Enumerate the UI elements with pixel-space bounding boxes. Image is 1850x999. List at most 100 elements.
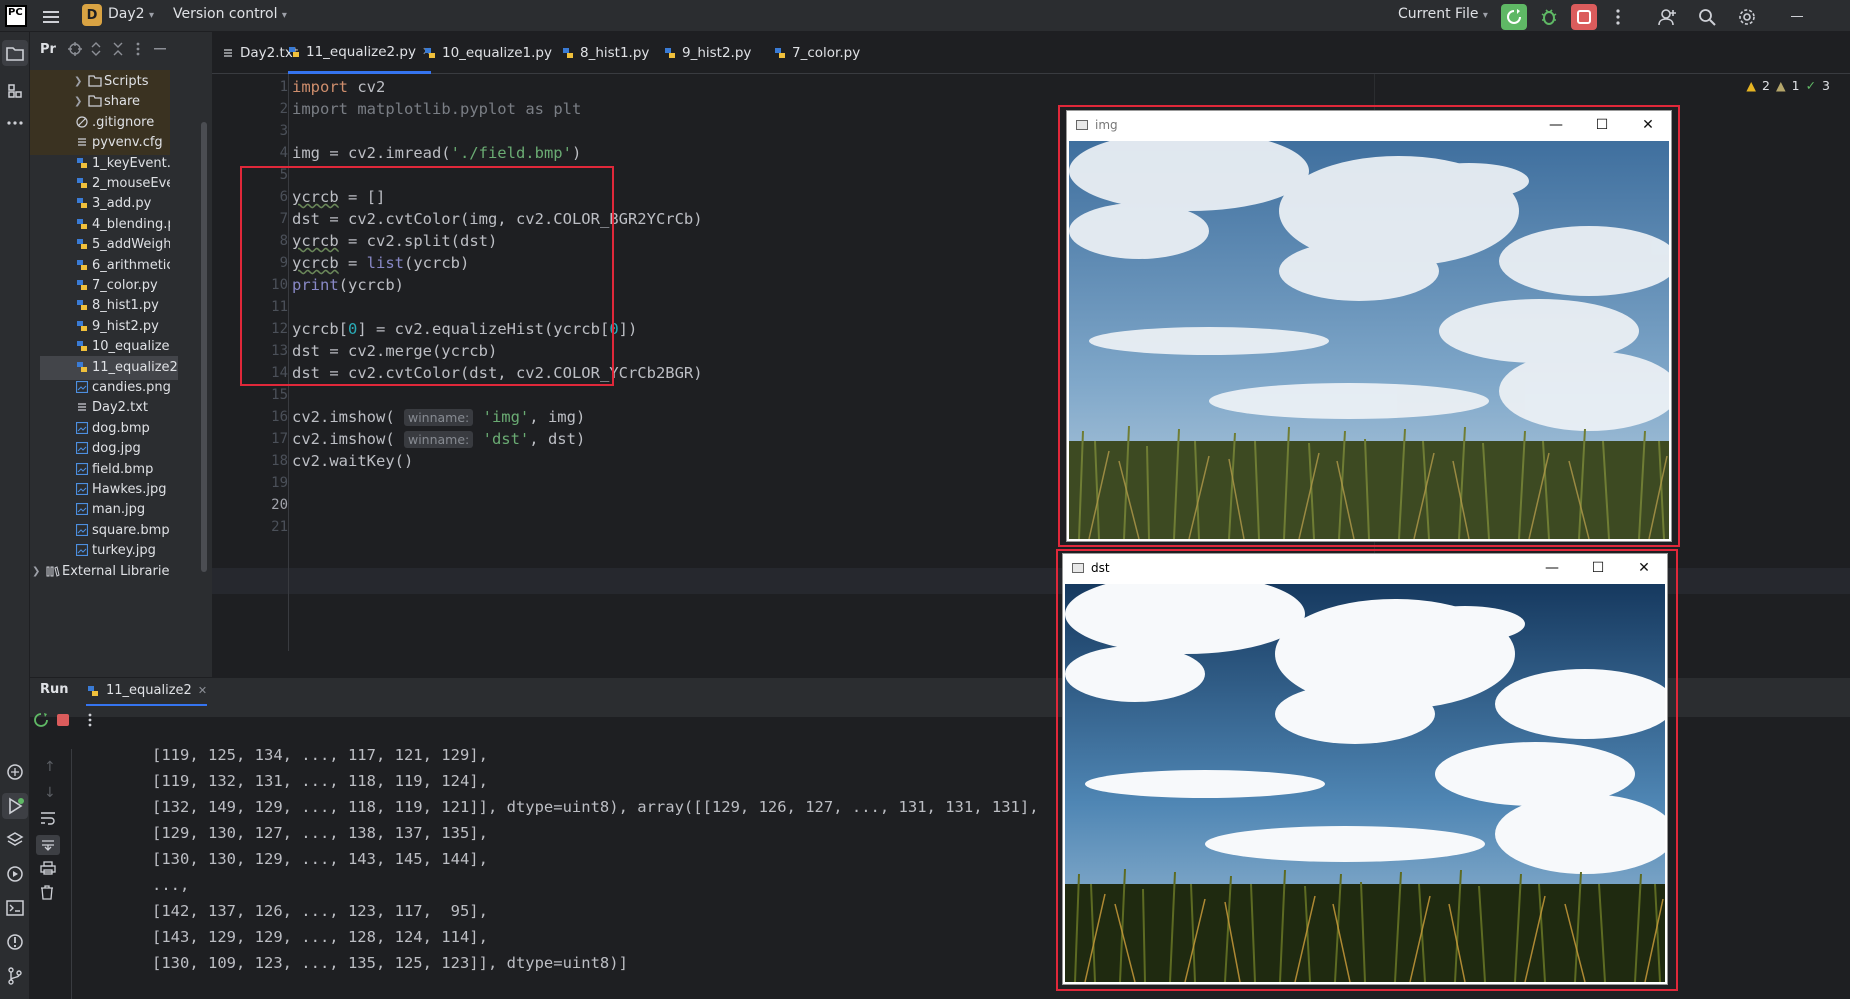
project-panel-title[interactable]: Pr: [40, 42, 56, 57]
project-switcher[interactable]: Day2 ▾: [108, 0, 154, 32]
print-icon[interactable]: [40, 861, 56, 875]
scroll-up-icon[interactable]: ↑: [44, 759, 56, 775]
rerun-icon[interactable]: [34, 713, 48, 727]
options-icon[interactable]: [136, 42, 140, 56]
vcs-menu[interactable]: Version control ▾: [173, 0, 287, 32]
image-file-icon: [76, 421, 88, 434]
warning-count: 2: [1762, 77, 1770, 93]
debug-button[interactable]: [1536, 4, 1562, 30]
editor-tab[interactable]: 7_color.py: [774, 32, 860, 74]
scroll-down-icon[interactable]: ↓: [44, 785, 56, 801]
config-file-icon: [76, 136, 88, 148]
main-menu-icon[interactable]: [38, 4, 64, 30]
editor-tab[interactable]: 8_hist1.py: [562, 32, 649, 74]
soft-wrap-icon[interactable]: [40, 811, 56, 825]
editor-tab[interactable]: Day2.txt: [222, 32, 298, 74]
python-file-icon: [774, 47, 786, 59]
run-tab-label[interactable]: Run: [40, 678, 69, 702]
python-file-icon: [76, 361, 88, 373]
minimize-icon[interactable]: —: [1529, 554, 1575, 582]
console-line: [119, 132, 131, ..., 118, 119, 124],: [152, 772, 488, 790]
python-file-icon: [76, 238, 88, 250]
image-canvas-img: [1069, 141, 1669, 539]
console-line: [119, 125, 134, ..., 117, 121, 129],: [152, 746, 488, 764]
run-config-tab[interactable]: 11_equalize2 ✕: [86, 678, 208, 706]
folder-icon: [88, 75, 102, 87]
python-console-icon[interactable]: [2, 759, 28, 785]
structure-icon[interactable]: [2, 78, 28, 104]
add-user-icon[interactable]: [1654, 4, 1680, 30]
minimize-window-icon[interactable]: [1784, 4, 1810, 30]
window-titlebar[interactable]: img — ☐ ✕: [1067, 111, 1671, 139]
locate-icon[interactable]: [68, 42, 82, 56]
editor-tab[interactable]: 11_equalize2.py✕: [288, 32, 432, 74]
run-side-toolbar: ↑ ↓: [30, 749, 72, 999]
vcs-label: Version control: [173, 6, 278, 22]
stop-button[interactable]: [1571, 4, 1597, 30]
stop-icon[interactable]: [57, 714, 69, 726]
settings-gear-icon[interactable]: [1734, 4, 1760, 30]
code-line-4[interactable]: img = cv2.imread('./field.bmp'): [292, 140, 1192, 166]
trash-icon[interactable]: [40, 885, 54, 900]
project-panel-header: Pr: [30, 32, 212, 72]
title-bar: PC D Day2 ▾ Version control ▾ Current Fi…: [0, 0, 1850, 32]
image-file-icon: [76, 442, 88, 455]
terminal-icon[interactable]: [2, 895, 28, 921]
run-config-selector[interactable]: Current File ▾: [1398, 0, 1488, 32]
collapse-all-icon[interactable]: [112, 42, 124, 56]
run-tool-icon[interactable]: [2, 793, 28, 819]
editor-tab[interactable]: 9_hist2.py: [664, 32, 751, 74]
ok-count: 3: [1822, 77, 1830, 93]
highlight-box-code: [240, 166, 614, 386]
chevron-down-icon: ▾: [281, 10, 287, 21]
project-name: Day2: [108, 6, 145, 22]
services-icon[interactable]: [2, 861, 28, 887]
tree-scrollbar[interactable]: [201, 122, 207, 572]
window-app-icon: [1072, 563, 1084, 573]
expand-all-icon[interactable]: [90, 42, 102, 56]
more-actions-icon[interactable]: [1605, 4, 1631, 30]
rerun-button[interactable]: [1501, 4, 1527, 30]
image-window-dst[interactable]: dst — ☐ ✕: [1062, 553, 1668, 985]
close-icon[interactable]: ✕: [1621, 554, 1667, 582]
param-hint-winname: winname:: [403, 431, 474, 448]
more-tools-icon[interactable]: [2, 110, 28, 136]
python-file-icon: [288, 46, 300, 58]
chevron-down-icon: ▾: [1482, 10, 1488, 21]
maximize-icon[interactable]: ☐: [1579, 111, 1625, 139]
project-folder-icon[interactable]: [2, 40, 28, 66]
close-tab-icon[interactable]: ✕: [198, 679, 207, 703]
maximize-icon[interactable]: ☐: [1575, 554, 1621, 582]
python-file-icon: [562, 47, 574, 59]
image-file-icon: [76, 544, 88, 557]
image-window-img[interactable]: img — ☐ ✕: [1066, 110, 1672, 542]
layers-icon[interactable]: [2, 827, 28, 853]
code-line-2[interactable]: import matplotlib.pyplot as plt: [292, 96, 1192, 122]
weak-warning-count: 1: [1791, 77, 1800, 93]
scroll-to-end-icon[interactable]: [36, 835, 60, 855]
image-file-icon: [76, 483, 88, 495]
window-titlebar[interactable]: dst — ☐ ✕: [1063, 554, 1667, 582]
python-file-icon: [76, 197, 88, 209]
git-branch-icon[interactable]: [2, 963, 28, 989]
python-file-icon: [664, 47, 676, 59]
more-actions-icon[interactable]: [88, 713, 92, 727]
minimize-icon[interactable]: —: [1533, 111, 1579, 139]
chevron-right-icon[interactable]: ❯: [32, 560, 40, 584]
hide-panel-icon[interactable]: [154, 48, 166, 50]
window-title: img: [1095, 118, 1118, 132]
library-icon: [46, 565, 60, 577]
tab-label: 8_hist1.py: [580, 45, 650, 61]
bug-icon: [1541, 9, 1557, 25]
text-file-icon: [222, 47, 234, 59]
editor-tab[interactable]: 10_equalize1.py: [424, 32, 552, 74]
tab-label: 10_equalize1.py: [442, 45, 552, 61]
close-icon[interactable]: ✕: [1625, 111, 1671, 139]
inspection-widget[interactable]: ▲ 2 ▲ 1 ✓ 3: [1746, 72, 1830, 98]
console-line: [130, 109, 123, ..., 135, 125, 123]], dt…: [152, 954, 628, 972]
problems-icon[interactable]: [2, 929, 28, 955]
tree-item[interactable]: ❯ External Libraries: [30, 560, 170, 584]
search-icon[interactable]: [1694, 4, 1720, 30]
code-line-18[interactable]: cv2.waitKey(): [292, 448, 1192, 474]
python-file-icon: [76, 320, 88, 332]
